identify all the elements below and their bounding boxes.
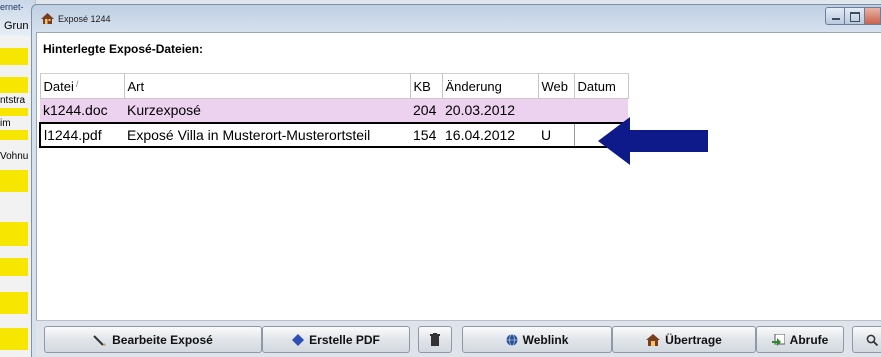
window-titlebar[interactable]: Exposé 1244 [32, 5, 881, 31]
cell-web [538, 98, 574, 123]
weblink-button[interactable]: Weblink [462, 326, 612, 353]
cell-aenderung: 16.04.2012 [442, 121, 538, 148]
magnifier-icon [866, 334, 878, 346]
edit-expose-button[interactable]: Bearbeite Exposé [44, 326, 262, 353]
sort-indicator-icon: / [75, 78, 79, 89]
cell-aenderung: 20.03.2012 [442, 98, 538, 123]
table-row-selected[interactable]: l1244.pdf Exposé Villa in Musterort-Must… [39, 121, 629, 148]
weblink-label: Weblink [522, 332, 569, 347]
background-highlight-bar [0, 108, 28, 116]
background-highlight-bar [0, 77, 28, 93]
globe-icon [506, 333, 518, 346]
button-bar: Bearbeite Exposé Erstelle PDF Weblink Üb… [36, 320, 881, 357]
background-app-title: Grun [4, 20, 29, 32]
edit-expose-label: Bearbeite Exposé [112, 332, 213, 347]
house-icon [646, 333, 661, 346]
background-app-top-text: ernet- [0, 2, 24, 12]
pencil-icon [93, 334, 107, 346]
cell-datei: k1244.doc [40, 98, 124, 123]
background-highlight-bar [0, 48, 28, 65]
expose-window: Exposé 1244 Hinterlegte Exposé-Dateien: … [31, 4, 881, 357]
background-highlight-bar [0, 130, 28, 140]
window-content: Hinterlegte Exposé-Dateien: Datei / Art K… [36, 32, 881, 357]
table-row[interactable]: k1244.doc Kurzexposé 204 20.03.2012 [40, 98, 628, 123]
search-button[interactable] [852, 326, 881, 353]
section-title: Hinterlegte Exposé-Dateien: [43, 42, 204, 56]
background-highlight-bar [0, 170, 28, 192]
download-icon [771, 333, 785, 346]
close-button[interactable] [865, 7, 881, 25]
column-header-kb[interactable]: KB [409, 73, 443, 99]
create-pdf-button[interactable]: Erstelle PDF [262, 326, 410, 353]
cell-kb: 154 [410, 121, 442, 148]
column-header-art[interactable]: Art [123, 73, 411, 99]
background-side-label: im [0, 118, 11, 129]
pointer-arrow-icon [598, 117, 708, 165]
app-icon [41, 13, 54, 24]
files-table: Datei / Art KB Änderung Web Datum k1244.d… [39, 73, 629, 148]
minimize-button[interactable] [825, 7, 845, 25]
column-header-datum[interactable]: Datum [573, 73, 629, 99]
retrieve-button[interactable]: Abrufe [756, 326, 844, 353]
cell-art: Kurzexposé [124, 98, 410, 123]
cell-datei: l1244.pdf [39, 121, 124, 148]
cell-web: U [538, 121, 574, 148]
window-title: Exposé 1244 [58, 14, 111, 24]
cell-art: Exposé Villa in Musterort-Musterortsteil [124, 121, 410, 148]
transfer-label: Übertrage [665, 332, 722, 347]
background-side-label: ntstra [0, 95, 26, 106]
delete-button[interactable] [418, 326, 452, 353]
maximize-button[interactable] [845, 7, 865, 25]
background-side-label: Vohnu [0, 151, 29, 162]
cell-kb: 204 [410, 98, 442, 123]
column-header-web[interactable]: Web [537, 73, 575, 99]
background-highlight-bar [0, 328, 28, 350]
window-controls [825, 7, 881, 25]
background-highlight-bar [0, 222, 28, 246]
create-pdf-label: Erstelle PDF [309, 332, 380, 347]
transfer-button[interactable]: Übertrage [612, 326, 756, 353]
retrieve-label: Abrufe [789, 332, 829, 347]
diamond-icon [292, 333, 305, 346]
column-header-aenderung[interactable]: Änderung [441, 73, 539, 99]
background-highlight-bar [0, 258, 28, 276]
background-highlight-bar [0, 292, 28, 314]
trash-icon [430, 333, 440, 346]
column-header-datei[interactable]: Datei / [39, 73, 125, 99]
